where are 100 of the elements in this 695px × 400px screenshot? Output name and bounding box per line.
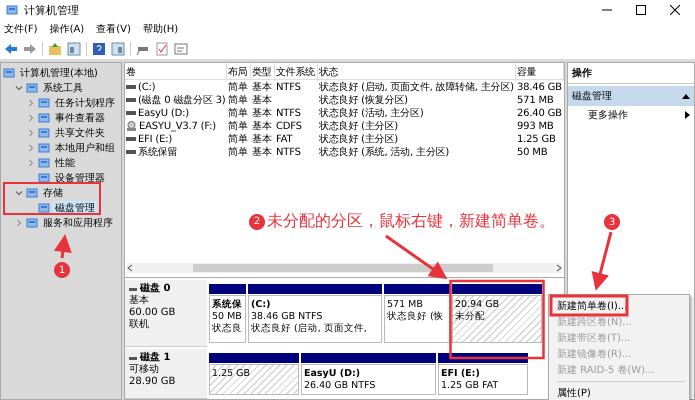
table-cell-text: 38.46 GB xyxy=(516,82,563,92)
tree-item[interactable]: 设备管理器 xyxy=(53,170,107,184)
annotation-text: 未分配的分区，鼠标右键，新建简单卷。 xyxy=(267,211,555,232)
partition-block[interactable]: EasyU (D:) 26.40 GB NTFS xyxy=(301,364,436,395)
expand-chevron-icon[interactable] xyxy=(27,128,35,136)
close-icon xyxy=(670,5,680,15)
tool-icon xyxy=(38,96,50,108)
scroll-left-icon[interactable] xyxy=(127,264,133,272)
table-cell-text: 状态良好 (主分区) xyxy=(318,120,399,133)
table-cell-text: 基本 xyxy=(251,120,273,133)
table-cell: (磁盘 0 磁盘分区 3) xyxy=(125,93,227,107)
tree-item[interactable]: 磁盘管理 xyxy=(53,200,97,214)
back-button[interactable] xyxy=(4,42,18,56)
pointer-arrow xyxy=(385,234,448,280)
tool-icon xyxy=(38,112,50,124)
tree-item[interactable]: 计算机管理(本地) xyxy=(18,66,100,80)
tree-item[interactable]: 性能 xyxy=(53,156,77,170)
tree-item[interactable]: 事件查看器 xyxy=(53,110,107,124)
tree-item[interactable]: 服务和应用程序 xyxy=(41,216,115,230)
table-cell-text: 状态良好 (系统, 活动, 主分区) xyxy=(318,146,450,159)
column-header[interactable]: 卷 xyxy=(125,63,227,81)
disk-name: 磁盘 1 xyxy=(129,352,203,364)
window-title: 计算机管理 xyxy=(24,2,80,18)
tool-icon xyxy=(26,216,38,228)
tree-item[interactable]: 本地用户和组 xyxy=(53,140,117,154)
partition-block[interactable]: (C:) 38.46 GB NTFS 状态良好 (启动, 页面文件, xyxy=(248,295,382,343)
expand-chevron-icon[interactable] xyxy=(27,158,35,166)
disk-size: 60.00 GB xyxy=(129,307,176,318)
table-cell-text: 状态良好 (恢复分区) xyxy=(318,94,409,107)
table-cell-text: NTFS xyxy=(275,108,302,118)
column-header[interactable]: 类型 xyxy=(251,63,275,81)
partition-block[interactable]: 系统保 50 MB 状态良 xyxy=(209,295,246,343)
table-cell: (C:) xyxy=(125,82,227,92)
column-header[interactable]: 容量 xyxy=(516,63,564,81)
app-icon xyxy=(6,4,18,16)
table-cell-text: 简单 xyxy=(227,80,249,94)
menu-item[interactable]: 查看(V) xyxy=(96,22,131,36)
table-cell-text: 基本 xyxy=(251,146,273,159)
table-cell-text: 简单 xyxy=(227,106,249,120)
table-cell: EASYU_V3.7 (F:) xyxy=(125,120,227,132)
menu-item[interactable]: 新建简单卷(I)... xyxy=(549,298,689,314)
column-header[interactable]: 文件系统 xyxy=(275,63,318,81)
partition-block[interactable]: 571 MB 状态良好 (恢 xyxy=(384,295,450,343)
tree-item[interactable]: 共享文件夹 xyxy=(53,126,107,140)
table-cell-text: 993 MB xyxy=(516,120,555,132)
tool-icon xyxy=(38,156,50,168)
expand-chevron-icon[interactable] xyxy=(27,144,35,152)
expand-chevron-icon[interactable] xyxy=(15,218,23,226)
table-cell-text: 基本 xyxy=(251,80,273,94)
column-header[interactable]: 状态 xyxy=(318,63,516,81)
expand-chevron-icon[interactable] xyxy=(27,98,35,106)
tool-icon xyxy=(38,126,50,138)
tree-item[interactable]: 存储 xyxy=(41,186,65,200)
unallocated-partition[interactable]: 1.25 GB xyxy=(209,364,299,395)
table-cell-text: 简单 xyxy=(227,120,249,133)
tool-icon xyxy=(38,142,50,154)
collapse-chevron-icon[interactable] xyxy=(15,84,23,92)
action-item[interactable]: 更多操作 xyxy=(568,106,694,124)
tool-icon xyxy=(26,186,38,198)
menu-item[interactable]: 属性(P) xyxy=(549,385,689,400)
table-cell-text: 571 MB xyxy=(516,94,555,106)
tool-icon xyxy=(26,82,38,94)
collapse-chevron-icon[interactable] xyxy=(15,188,23,196)
menu-item[interactable]: 操作(A) xyxy=(50,22,84,36)
table-cell-text: 50 MB xyxy=(516,146,548,158)
expand-chevron-icon[interactable] xyxy=(27,114,35,122)
tool-icon xyxy=(38,202,50,214)
forward-button[interactable] xyxy=(23,42,37,56)
submenu-arrow-icon xyxy=(685,111,690,119)
table-cell-text: NTFS xyxy=(275,146,302,158)
actions-header: 操作 xyxy=(568,63,694,84)
horizontal-scrollbar[interactable] xyxy=(127,263,562,273)
column-header[interactable]: 布局 xyxy=(227,63,251,81)
table-cell-text: 状态良好 (启动, 页面文件, 故障转储, 主分区) xyxy=(318,80,515,94)
table-cell: EFI (E:) xyxy=(125,134,227,144)
table-cell: EasyU (D:) xyxy=(125,108,227,118)
menu-item[interactable]: 帮助(H) xyxy=(142,22,178,36)
menu-item[interactable]: 文件(F) xyxy=(4,22,38,36)
actions-section[interactable]: 磁盘管理 xyxy=(568,86,694,106)
up-folder-button[interactable] xyxy=(48,42,62,56)
tree-item[interactable]: 任务计划程序 xyxy=(53,96,117,110)
panel-button[interactable] xyxy=(111,42,125,56)
disk-status: 联机 xyxy=(129,319,150,331)
table-cell-text: 基本 xyxy=(251,94,273,107)
table-cell-text: 简单 xyxy=(227,132,249,146)
tree-item[interactable]: 系统工具 xyxy=(41,80,85,94)
disk-size: 28.90 GB xyxy=(129,376,176,388)
properties-button[interactable] xyxy=(174,42,188,56)
disk-type: 可移动 xyxy=(129,364,160,376)
table-cell-text: 1.25 GB xyxy=(516,134,557,144)
panel-button[interactable] xyxy=(67,42,81,56)
unallocated-partition[interactable]: 20.94 GB 未分配 xyxy=(452,295,542,343)
help-button[interactable] xyxy=(92,42,106,56)
check-button[interactable] xyxy=(155,42,169,56)
scroll-right-icon[interactable] xyxy=(556,264,562,272)
table-cell-text: 状态良好 (主分区) xyxy=(318,132,399,146)
table-cell: 系统保留 xyxy=(125,145,227,159)
cd-drive-icon xyxy=(126,121,137,131)
partition-block[interactable]: EFI (E:) 1.25 GB FAT xyxy=(438,364,528,395)
tool-icon xyxy=(38,172,50,184)
